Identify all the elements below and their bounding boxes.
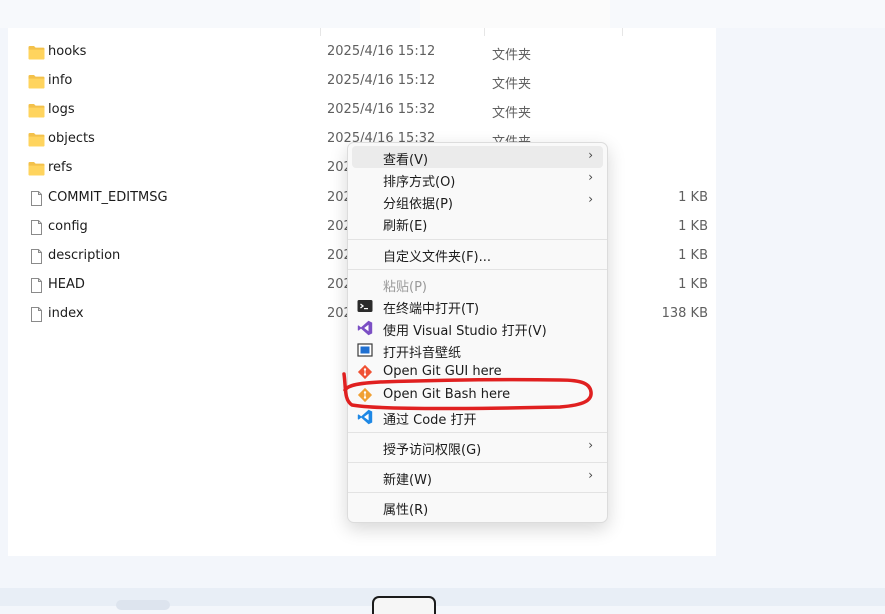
menu-item-open-visual-studio[interactable]: 使用 Visual Studio 打开(V) <box>352 317 603 339</box>
menu-item-grant-access[interactable]: 授予访问权限(G) › <box>352 436 603 458</box>
menu-item-label: 排序方式(O) <box>383 175 456 190</box>
file-row[interactable]: logs 2025/4/16 15:32 文件夹 <box>8 96 716 125</box>
menu-item-paste: 粘贴(P) <box>352 273 603 295</box>
git-icon <box>357 387 373 403</box>
file-date: 2025/4/16 15:32 <box>327 102 436 117</box>
menu-item-label: 新建(W) <box>383 473 432 488</box>
menu-item-label: 通过 Code 打开 <box>383 413 477 428</box>
menu-item-open-wallpaper[interactable]: 打开抖音壁纸 <box>352 339 603 361</box>
taskbar-button[interactable] <box>116 600 170 610</box>
column-divider[interactable] <box>320 28 321 36</box>
file-icon <box>28 249 45 264</box>
menu-item-open-vscode[interactable]: 通过 Code 打开 <box>352 406 603 428</box>
chevron-right-icon: › <box>588 192 593 206</box>
file-name: index <box>48 306 84 321</box>
column-divider[interactable] <box>622 28 623 36</box>
file-icon <box>28 220 45 235</box>
menu-item-sort[interactable]: 排序方式(O) › <box>352 168 603 190</box>
menu-item-new[interactable]: 新建(W) › <box>352 466 603 488</box>
file-name: description <box>48 248 121 263</box>
menu-item-git-bash[interactable]: Open Git Bash here <box>352 384 603 406</box>
folder-icon <box>28 45 45 60</box>
menu-item-refresh[interactable]: 刷新(E) <box>352 212 603 234</box>
menu-item-label: 分组依据(P) <box>383 197 453 212</box>
menu-separator <box>348 492 607 493</box>
chevron-right-icon: › <box>588 148 593 162</box>
file-icon <box>28 307 45 322</box>
menu-item-label: 查看(V) <box>383 153 429 168</box>
menu-item-label: 属性(R) <box>383 503 429 518</box>
file-name: logs <box>48 102 75 117</box>
file-date: 2025/4/16 15:12 <box>327 73 436 88</box>
file-date: 2025/4/16 15:12 <box>327 44 436 59</box>
terminal-icon <box>357 298 373 314</box>
git-icon <box>357 364 373 380</box>
menu-separator <box>348 462 607 463</box>
file-row[interactable]: info 2025/4/16 15:12 文件夹 <box>8 67 716 96</box>
menu-separator <box>348 432 607 433</box>
taskbar-app-icon[interactable] <box>372 596 436 614</box>
menu-item-label: 授予访问权限(G) <box>383 443 482 458</box>
file-row[interactable]: hooks 2025/4/16 15:12 文件夹 <box>8 38 716 67</box>
file-name: HEAD <box>48 277 85 292</box>
folder-icon <box>28 103 45 118</box>
column-divider[interactable] <box>484 28 485 36</box>
menu-item-git-gui[interactable]: Open Git GUI here <box>352 361 603 383</box>
menu-item-label: 打开抖音壁纸 <box>383 346 462 361</box>
menu-item-customize-folder[interactable]: 自定义文件夹(F)... <box>352 243 603 265</box>
chevron-right-icon: › <box>588 170 593 184</box>
top-area-highlight <box>420 0 610 28</box>
menu-item-label: 使用 Visual Studio 打开(V) <box>383 324 547 339</box>
file-icon <box>28 191 45 206</box>
vscode-icon <box>357 409 373 425</box>
file-name: refs <box>48 160 73 175</box>
menu-item-properties[interactable]: 属性(R) <box>352 496 603 518</box>
folder-icon <box>28 132 45 147</box>
menu-item-open-terminal[interactable]: 在终端中打开(T) <box>352 295 603 317</box>
visual-studio-icon <box>357 320 373 336</box>
folder-icon <box>28 161 45 176</box>
wallpaper-icon <box>357 342 373 358</box>
menu-separator <box>348 269 607 270</box>
menu-item-label: 粘贴(P) <box>383 280 427 295</box>
menu-item-label: 刷新(E) <box>383 219 428 234</box>
menu-item-label: Open Git GUI here <box>383 364 502 379</box>
file-type: 文件夹 <box>492 48 532 63</box>
file-name: hooks <box>48 44 87 59</box>
file-name: config <box>48 219 88 234</box>
window-top-area <box>0 0 885 28</box>
context-menu: 查看(V) › 排序方式(O) › 分组依据(P) › 刷新(E) 自定义文件夹… <box>347 142 608 523</box>
file-name: objects <box>48 131 95 146</box>
folder-icon <box>28 74 45 89</box>
file-name: info <box>48 73 73 88</box>
file-icon <box>28 278 45 293</box>
menu-item-group[interactable]: 分组依据(P) › <box>352 190 603 212</box>
menu-item-label: Open Git Bash here <box>383 387 511 402</box>
file-type: 文件夹 <box>492 77 532 92</box>
file-name: COMMIT_EDITMSG <box>48 190 168 205</box>
file-type: 文件夹 <box>492 106 532 121</box>
menu-item-label: 在终端中打开(T) <box>383 302 480 317</box>
menu-separator <box>348 239 607 240</box>
chevron-right-icon: › <box>588 438 593 452</box>
menu-item-label: 自定义文件夹(F)... <box>383 250 492 265</box>
menu-item-view[interactable]: 查看(V) › <box>352 146 603 168</box>
chevron-right-icon: › <box>588 468 593 482</box>
